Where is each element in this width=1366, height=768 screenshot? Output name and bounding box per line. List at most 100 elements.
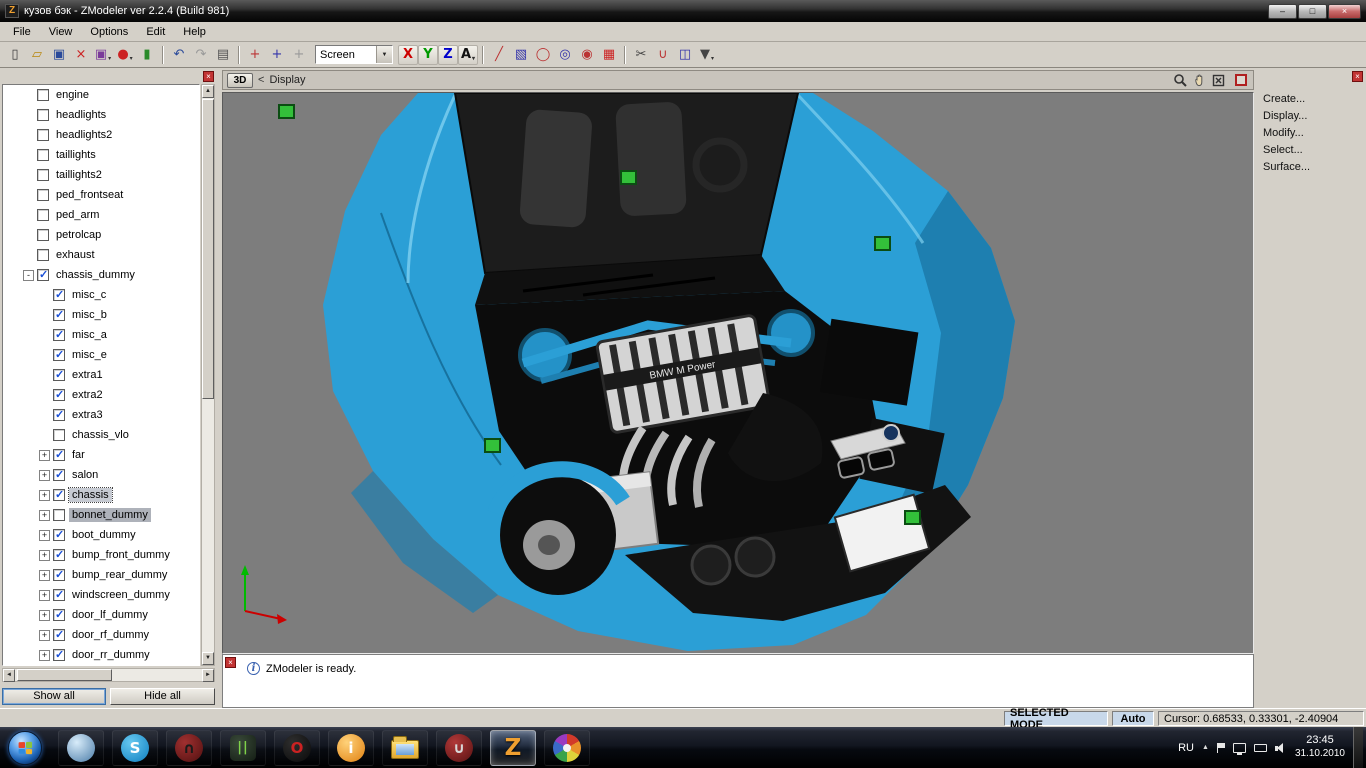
start-button[interactable]	[8, 731, 42, 765]
grid-icon[interactable]: ▦	[598, 44, 620, 65]
visibility-checkbox[interactable]	[37, 229, 49, 241]
visibility-checkbox[interactable]	[37, 189, 49, 201]
tree-item-taillights2[interactable]: taillights2	[3, 165, 199, 185]
tree-expander-plus[interactable]: +	[39, 530, 50, 541]
tree-item-door_rf_dummy[interactable]: +✓door_rf_dummy	[3, 625, 199, 645]
tree-item-taillights[interactable]: taillights	[3, 145, 199, 165]
visibility-checkbox[interactable]: ✓	[53, 329, 65, 341]
visibility-checkbox[interactable]: ✓	[53, 609, 65, 621]
visibility-checkbox[interactable]	[53, 509, 65, 521]
visibility-checkbox[interactable]	[37, 89, 49, 101]
axis-z-button[interactable]: Z	[438, 45, 458, 65]
axis-x-button[interactable]: X	[398, 45, 418, 65]
tree-item-ped_frontseat[interactable]: ped_frontseat	[3, 185, 199, 205]
tree-item-misc_c[interactable]: ✓misc_c	[3, 285, 199, 305]
visibility-checkbox[interactable]: ✓	[53, 469, 65, 481]
tree-item-extra3[interactable]: ✓extra3	[3, 405, 199, 425]
visibility-checkbox[interactable]	[37, 129, 49, 141]
visibility-checkbox[interactable]: ✓	[53, 349, 65, 361]
create-torus-icon[interactable]: ◉	[576, 44, 598, 65]
tree-item-petrolcap[interactable]: petrolcap	[3, 225, 199, 245]
visibility-checkbox[interactable]: ✓	[53, 549, 65, 561]
tree-item-misc_a[interactable]: ✓misc_a	[3, 325, 199, 345]
tree-item-bump_front_dummy[interactable]: +✓bump_front_dummy	[3, 545, 199, 565]
panel-close-icon[interactable]: ×	[203, 71, 214, 82]
tree-item-boot_dummy[interactable]: +✓boot_dummy	[3, 525, 199, 545]
tree-expander-plus[interactable]: +	[39, 650, 50, 661]
maximize-button[interactable]: □	[1298, 4, 1327, 19]
pan-hand-icon[interactable]	[1191, 72, 1207, 88]
tree-horizontal-scrollbar[interactable]: ◄ ►	[2, 668, 215, 682]
tree-expander-minus[interactable]: -	[23, 270, 34, 281]
volume-icon[interactable]	[1275, 742, 1287, 754]
menu-help[interactable]: Help	[174, 24, 215, 40]
console-app-icon[interactable]: ||	[220, 730, 266, 766]
select-mode-button[interactable]: A▾	[458, 45, 478, 65]
visibility-checkbox[interactable]: ✓	[37, 269, 49, 281]
command-select[interactable]: Select...	[1263, 142, 1364, 159]
tree-vertical-scrollbar[interactable]: ▲ ▼	[201, 84, 215, 666]
hide-all-button[interactable]: Hide all	[110, 688, 215, 705]
tree-expander-plus[interactable]: +	[39, 470, 50, 481]
view-back-button[interactable]: <	[258, 74, 264, 86]
paint-app-icon[interactable]	[544, 730, 590, 766]
tree-expander-plus[interactable]: +	[39, 630, 50, 641]
command-display[interactable]: Display...	[1263, 108, 1364, 125]
tree-item-door_rr_dummy[interactable]: +✓door_rr_dummy	[3, 645, 199, 665]
tree-item-misc_e[interactable]: ✓misc_e	[3, 345, 199, 365]
scrollbar-thumb[interactable]	[17, 669, 112, 681]
tree-item-door_lf_dummy[interactable]: +✓door_lf_dummy	[3, 605, 199, 625]
notes-icon[interactable]: ▤	[212, 44, 234, 65]
maximize-view-button[interactable]	[1235, 74, 1247, 86]
mirror-icon[interactable]: ◫	[674, 44, 696, 65]
panel-close-icon[interactable]: ×	[1352, 71, 1363, 82]
minimize-button[interactable]: –	[1268, 4, 1297, 19]
command-modify[interactable]: Modify...	[1263, 125, 1364, 142]
tree-item-extra2[interactable]: ✓extra2	[3, 385, 199, 405]
tree-item-chassis_dummy[interactable]: -✓chassis_dummy	[3, 265, 199, 285]
close-button[interactable]: ×	[1328, 4, 1361, 19]
axis-y-button[interactable]: Y	[418, 45, 438, 65]
tree-expander-plus[interactable]: +	[39, 610, 50, 621]
visibility-checkbox[interactable]	[37, 209, 49, 221]
delete-icon[interactable]: ×	[70, 44, 92, 65]
message-close-icon[interactable]: ×	[225, 657, 236, 668]
visibility-checkbox[interactable]: ✓	[53, 409, 65, 421]
visibility-checkbox[interactable]: ✓	[53, 369, 65, 381]
snap-vertices-icon[interactable]: +	[244, 44, 266, 65]
tree-item-ped_arm[interactable]: ped_arm	[3, 205, 199, 225]
view-mode-3d-button[interactable]: 3D	[227, 73, 253, 88]
visibility-checkbox[interactable]: ✓	[53, 569, 65, 581]
more-tools-icon[interactable]: ▼▾	[696, 44, 718, 65]
auto-mode-indicator[interactable]: Auto	[1112, 711, 1154, 726]
view-mode-select[interactable]: Screen▼	[315, 45, 393, 64]
visibility-checkbox[interactable]: ✓	[53, 489, 65, 501]
tree-expander-plus[interactable]: +	[39, 510, 50, 521]
viewport-canvas-3d[interactable]: BMW M Power	[222, 92, 1254, 654]
visibility-checkbox[interactable]: ✓	[53, 649, 65, 661]
scroll-down-icon[interactable]: ▼	[202, 652, 214, 665]
save-icon[interactable]: ▣	[48, 44, 70, 65]
visibility-checkbox[interactable]	[53, 429, 65, 441]
menu-file[interactable]: File	[4, 24, 40, 40]
create-sphere-icon[interactable]: ◯	[532, 44, 554, 65]
action-center-icon[interactable]	[1217, 743, 1225, 753]
command-create[interactable]: Create...	[1263, 91, 1364, 108]
zoom-icon[interactable]	[1172, 72, 1188, 88]
tree-item-engine[interactable]: engine	[3, 85, 199, 105]
tree-item-windscreen_dummy[interactable]: +✓windscreen_dummy	[3, 585, 199, 605]
redo-icon[interactable]: ↷	[190, 44, 212, 65]
open-icon[interactable]: ▱	[26, 44, 48, 65]
tree-item-far[interactable]: +✓far	[3, 445, 199, 465]
snap-edges-icon[interactable]: +	[266, 44, 288, 65]
title-bar[interactable]: Z кузов бэк - ZModeler ver 2.2.4 (Build …	[0, 0, 1366, 22]
network-icon[interactable]	[1233, 743, 1246, 753]
show-desktop-button[interactable]	[1353, 727, 1363, 768]
input-device-icon[interactable]	[1254, 744, 1267, 752]
tree-item-salon[interactable]: +✓salon	[3, 465, 199, 485]
tree-item-headlights[interactable]: headlights	[3, 105, 199, 125]
show-all-button[interactable]: Show all	[2, 688, 106, 705]
scroll-left-icon[interactable]: ◄	[3, 669, 15, 682]
tree-item-bump_rear_dummy[interactable]: +✓bump_rear_dummy	[3, 565, 199, 585]
visibility-checkbox[interactable]: ✓	[53, 289, 65, 301]
